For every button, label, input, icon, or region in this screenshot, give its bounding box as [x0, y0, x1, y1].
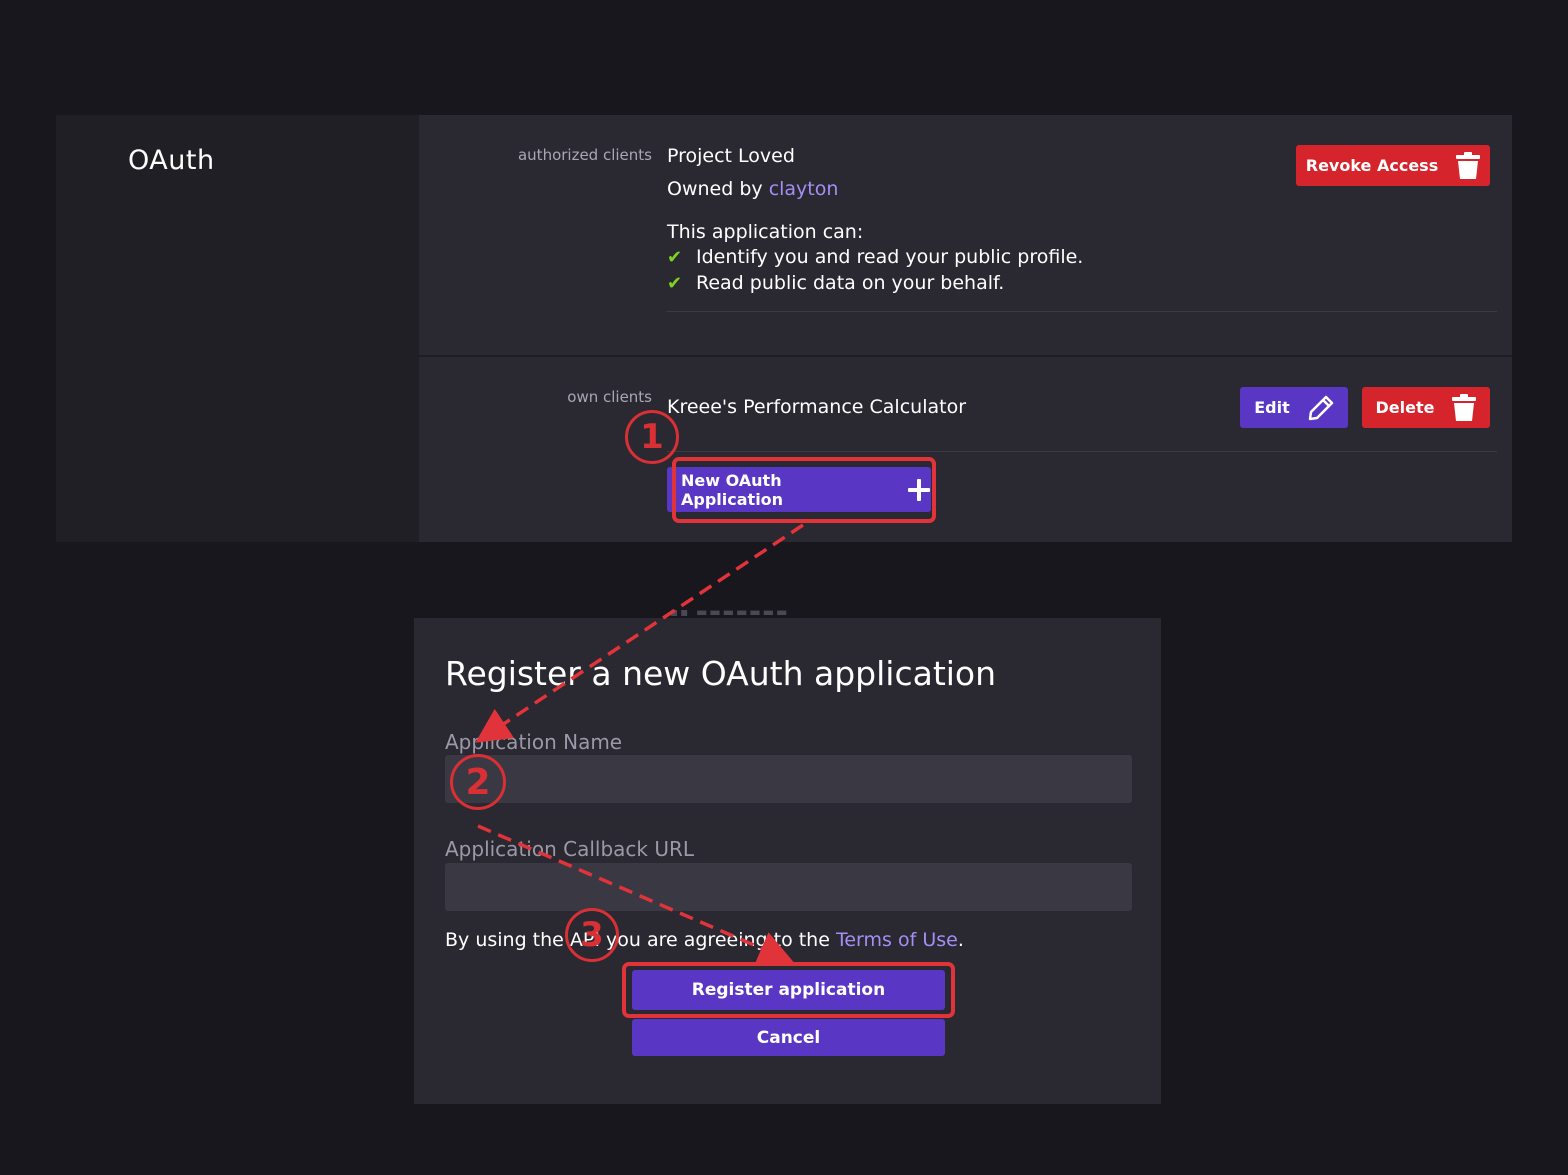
step-3-marker: 3 [565, 908, 619, 962]
arrow-step-1-to-2 [475, 523, 804, 743]
step-2-marker: 2 [450, 754, 506, 810]
arrow-step-2-to-3 [477, 824, 794, 965]
step-1-marker: 1 [625, 410, 679, 464]
annotation-arrows [475, 523, 804, 965]
